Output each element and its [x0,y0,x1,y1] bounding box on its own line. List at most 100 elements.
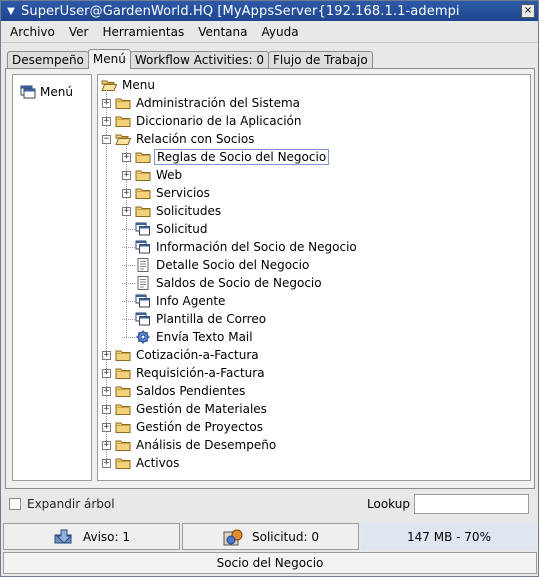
folder-icon [135,206,151,217]
expand-toggle-icon[interactable]: + [122,170,131,180]
menu-ayuda[interactable]: Ayuda [255,25,306,39]
tree-branch-line [122,300,135,302]
tree-node-label: Gestión de Materiales [136,402,267,416]
collapse-toggle-icon[interactable]: − [102,134,111,144]
solicitud-button[interactable]: Solicitud: 0 [182,523,359,550]
tree-folder-node[interactable]: + Cotización-a-Factura [102,346,261,364]
tree-leaf-node[interactable]: Envía Texto Mail [122,328,255,346]
tree-root-label: Menu [122,78,155,92]
tree-node-label: Reglas de Socio del Negocio [154,149,330,165]
tree-folder-node[interactable]: + Servicios [122,184,212,202]
tree-leaf-node[interactable]: Detalle Socio del Negocio [122,256,311,274]
folder-icon [135,170,151,181]
folder-icon [115,350,131,361]
window-menu-icon[interactable]: ▼ [3,6,19,17]
tree-folder-node[interactable]: + Gestión de Materiales [102,400,269,418]
tab-desempeno[interactable]: Desempeño [7,51,89,69]
report-icon [137,276,149,290]
expand-toggle-icon[interactable]: + [102,116,111,126]
tree-branch-line [122,228,135,230]
tree-branch-line [122,336,135,338]
tree-leaf-node[interactable]: Plantilla de Correo [122,310,268,328]
tree-folder-node[interactable]: + Activos [102,454,181,472]
folder-open-icon [101,80,117,91]
tree-folder-node[interactable]: + Gestión de Proyectos [102,418,265,436]
expand-toggle-icon[interactable]: + [102,98,111,108]
folder-icon [115,404,131,415]
tree-folder-node[interactable]: + Administración del Sistema [102,94,302,112]
expand-toggle-icon[interactable]: + [102,350,111,360]
tree-leaf-node[interactable]: Solicitud [122,220,210,238]
lookup-input[interactable] [414,494,529,514]
folder-icon [115,98,131,109]
tree-folder-node[interactable]: + Análisis de Desempeño [102,436,278,454]
title-bar[interactable]: ▼ SuperUser@GardenWorld.HQ [MyAppsServer… [1,1,538,21]
folder-open-icon [115,134,131,145]
folder-icon [115,116,131,127]
window-title: SuperUser@GardenWorld.HQ [MyAppsServer{1… [21,3,460,19]
tree-node-label: Gestión de Proyectos [136,420,263,434]
expand-toggle-icon[interactable]: + [102,458,111,468]
tree-leaf-node[interactable]: Info Agente [122,292,227,310]
tree-node-label: Detalle Socio del Negocio [156,258,310,272]
close-icon[interactable]: × [521,4,535,18]
tree-folder-node[interactable]: + Diccionario de la Aplicación [102,112,303,130]
tree-node-label: Info Agente [156,294,226,308]
expand-toggle-icon[interactable]: + [122,206,131,216]
expand-toggle-icon[interactable]: + [122,188,131,198]
tree-root[interactable]: Menu [101,76,157,94]
solicitud-label: Solicitud: 0 [252,529,319,544]
status-message: Socio del Negocio [3,552,537,574]
expand-toggle-icon[interactable]: + [102,404,111,414]
tree-folder-node[interactable]: + Solicitudes [122,202,223,220]
tree-folder-node[interactable]: + Requisición-a-Factura [102,364,267,382]
tree-node-label: Activos [136,456,180,470]
report-icon [137,258,149,272]
expand-tree-checkbox[interactable] [9,498,21,510]
aviso-label: Aviso: 1 [82,529,131,544]
folder-icon [115,422,131,433]
tree-node-label: Web [156,168,183,182]
menu-herramientas[interactable]: Herramientas [95,25,191,39]
tree-branch-line [122,264,135,266]
menu-panel: Menú Menu + Administración del Sistema + Dic… [5,68,535,489]
request-icon [223,529,243,545]
aviso-button[interactable]: Aviso: 1 [3,523,180,550]
tree-branch-line [122,246,135,248]
expand-toggle-icon[interactable]: + [122,152,131,162]
tree-folder-node[interactable]: + Saldos Pendientes [102,382,247,400]
menu-archivo[interactable]: Archivo [1,25,62,39]
tree-options: Expandir árbol Lookup [5,493,535,515]
bar-item-menu[interactable]: Menú [20,85,73,99]
tree-node-label: Relación con Socios [136,132,255,146]
expand-toggle-icon[interactable]: + [102,422,111,432]
tree-leaf-node[interactable]: Información del Socio de Negocio [122,238,359,256]
tab-flujo-de-trabajo[interactable]: Flujo de Trabajo [268,51,373,69]
menu-ver[interactable]: Ver [62,25,96,39]
tree-folder-node[interactable]: + Reglas de Socio del Negocio [122,148,330,166]
expand-toggle-icon[interactable]: + [102,368,111,378]
tree-node-label: Plantilla de Correo [156,312,267,326]
tree-folder-node[interactable]: − Relación con Socios [102,130,256,148]
tab-menu[interactable]: Menú [87,49,131,69]
tree-folder-node[interactable]: + Web [122,166,184,184]
expand-toggle-icon[interactable]: + [102,440,111,450]
tab-workflow-activities[interactable]: Workflow Activities: 0 [129,51,270,69]
tree-node-label: Envía Texto Mail [156,330,253,344]
tree-node-label: Saldos de Socio de Negocio [156,276,322,290]
window-icon [135,222,150,236]
expand-toggle-icon[interactable]: + [102,386,111,396]
tree-node-label: Diccionario de la Aplicación [136,114,302,128]
folder-icon [135,188,151,199]
gear-icon [136,330,150,344]
notice-arrow-icon [54,529,73,544]
tree-node-label: Solicitud [156,222,208,236]
tree-leaf-node[interactable]: Saldos de Socio de Negocio [122,274,324,292]
bar-item-label: Menú [40,85,73,99]
memory-indicator[interactable]: 147 MB - 70% [361,523,537,550]
status-bar: Aviso: 1 Solicitud: 0 147 MB - 70% [3,523,537,550]
menu-tree[interactable]: Menu + Administración del Sistema + Dicciona… [97,74,531,481]
tree-branch-line [122,318,135,320]
menu-bar: Archivo Ver Herramientas Ventana Ayuda [1,21,538,43]
menu-ventana[interactable]: Ventana [191,25,254,39]
